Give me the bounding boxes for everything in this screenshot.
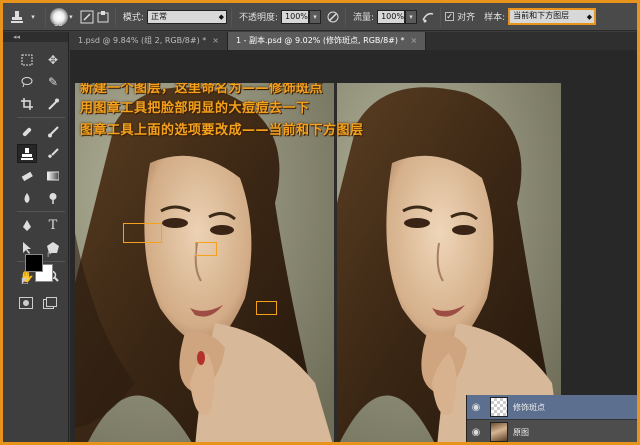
- foreground-color-swatch[interactable]: [25, 254, 43, 272]
- layer-row-retouch[interactable]: ◉ 修饰斑点: [467, 395, 637, 420]
- toolbox-collapse-handle[interactable]: ◂◂: [3, 32, 68, 42]
- annotation-line-1: 新建一个图层，这里命名为——修饰斑点: [80, 83, 324, 96]
- tab-label: 1.psd @ 9.84% (组 2, RGB/8#) *: [78, 36, 207, 45]
- tab-document-1[interactable]: 1.psd @ 9.84% (组 2, RGB/8#) * ×: [70, 32, 228, 50]
- mode-select[interactable]: 正常 ◆: [146, 9, 227, 24]
- toolbox: ◂◂ ✥ ✎ T ✋ ◩ ↱: [3, 32, 69, 442]
- gradient-tool-icon[interactable]: [43, 166, 63, 185]
- layer-name: 修饰斑点: [513, 402, 545, 412]
- eye-icon[interactable]: ◉: [467, 402, 485, 413]
- separator: [45, 6, 46, 27]
- quick-mask-icon[interactable]: [19, 294, 33, 313]
- annotation-line-2: 用图章工具把脸部明显的大痘痘去一下: [80, 101, 310, 116]
- brush-picker-dropdown[interactable]: ▾: [63, 9, 79, 25]
- blemish-marker: [256, 301, 277, 315]
- separator: [17, 117, 65, 118]
- eraser-tool-icon[interactable]: [17, 166, 37, 185]
- type-tool-icon[interactable]: T: [43, 216, 63, 235]
- eye-icon[interactable]: ◉: [467, 427, 485, 438]
- pressure-opacity-icon[interactable]: [325, 9, 341, 25]
- clone-source-icon[interactable]: [95, 9, 111, 25]
- crop-tool-icon[interactable]: [17, 94, 37, 113]
- layer-name: 原图: [513, 427, 529, 437]
- mode-value: 正常: [150, 11, 167, 21]
- layer-row-original[interactable]: ◉ 原图: [467, 420, 637, 442]
- flow-label: 流量:: [353, 13, 375, 23]
- opacity-slider-toggle[interactable]: ▾: [309, 9, 322, 24]
- brush-tool-icon[interactable]: [43, 122, 63, 141]
- clone-stamp-icon[interactable]: [9, 9, 25, 25]
- tool-preset-dropdown[interactable]: ▾: [25, 9, 41, 25]
- chevron-down-icon: ◆: [218, 12, 224, 21]
- mode-label: 模式:: [122, 13, 144, 23]
- clone-stamp-tool-icon[interactable]: [17, 144, 37, 163]
- layers-panel: ◉ 修饰斑点 ◉ 原图: [466, 395, 637, 442]
- history-brush-tool-icon[interactable]: [43, 144, 63, 163]
- screen-mode-icon[interactable]: [43, 294, 57, 313]
- separator: [345, 6, 347, 27]
- blemish-marker: [123, 223, 162, 243]
- layer-thumbnail: [490, 422, 508, 442]
- document-workspace[interactable]: 新建一个图层，这里命名为——修饰斑点 用图章工具把脸部明显的大痘痘去一下 图章工…: [70, 50, 637, 442]
- close-icon[interactable]: ×: [411, 32, 418, 50]
- separator: [114, 6, 116, 27]
- quick-select-tool-icon[interactable]: ✎: [43, 72, 63, 91]
- photo-after: [337, 83, 561, 442]
- annotation-line-3: 图章工具上面的选项要改成——当前和下方图层: [80, 123, 364, 138]
- close-icon[interactable]: ×: [212, 32, 219, 50]
- sample-select[interactable]: 当前和下方图层 ◆: [508, 8, 597, 25]
- document-tabs: 1.psd @ 9.84% (组 2, RGB/8#) * × 1 - 副本.p…: [70, 32, 637, 50]
- flow-slider-toggle[interactable]: ▾: [405, 9, 418, 24]
- layer-thumbnail: [490, 397, 508, 417]
- sample-value: 当前和下方图层: [513, 11, 570, 20]
- separator: [17, 211, 65, 212]
- chevron-down-icon: ◆: [586, 13, 593, 21]
- separator: [230, 6, 232, 27]
- blemish-marker: [195, 242, 217, 256]
- opacity-value: 100%: [285, 11, 308, 21]
- lasso-tool-icon[interactable]: [17, 72, 37, 91]
- aligned-checkbox[interactable]: ✓: [445, 12, 455, 21]
- pen-tool-icon[interactable]: [17, 216, 37, 235]
- flow-value: 100%: [381, 11, 404, 21]
- healing-brush-tool-icon[interactable]: [17, 122, 37, 141]
- aligned-label: 对齐: [457, 13, 476, 23]
- flow-input[interactable]: 100%: [377, 9, 406, 24]
- eyedropper-tool-icon[interactable]: [43, 94, 63, 113]
- separator: [440, 6, 442, 27]
- default-colors-icon[interactable]: ◩: [21, 276, 29, 285]
- photoshop-window: ▾ 90 ▾ 模式: 正常 ◆ 不透明度: 100% ▾ 流量: 100% ▾ …: [0, 0, 640, 445]
- opacity-input[interactable]: 100%: [281, 9, 310, 24]
- airbrush-icon[interactable]: [420, 9, 436, 25]
- document-canvas[interactable]: 新建一个图层，这里命名为——修饰斑点 用图章工具把脸部明显的大痘痘去一下 图章工…: [75, 83, 561, 442]
- opacity-label: 不透明度:: [238, 13, 279, 23]
- blur-tool-icon[interactable]: [17, 188, 37, 207]
- brush-size-value: 90: [54, 19, 63, 28]
- dodge-tool-icon[interactable]: [43, 188, 63, 207]
- brush-preset-icon[interactable]: [79, 9, 95, 25]
- sample-label: 样本:: [484, 13, 506, 23]
- tab-document-2[interactable]: 1 - 副本.psd @ 9.02% (修饰斑点, RGB/8#) * ×: [227, 32, 427, 50]
- options-bar: ▾ 90 ▾ 模式: 正常 ◆ 不透明度: 100% ▾ 流量: 100% ▾ …: [3, 3, 637, 31]
- move-tool-icon[interactable]: ✥: [43, 50, 63, 69]
- marquee-tool-icon[interactable]: [17, 50, 37, 69]
- swap-colors-icon[interactable]: ↱: [46, 250, 53, 259]
- tab-label: 1 - 副本.psd @ 9.02% (修饰斑点, RGB/8#) *: [235, 36, 405, 45]
